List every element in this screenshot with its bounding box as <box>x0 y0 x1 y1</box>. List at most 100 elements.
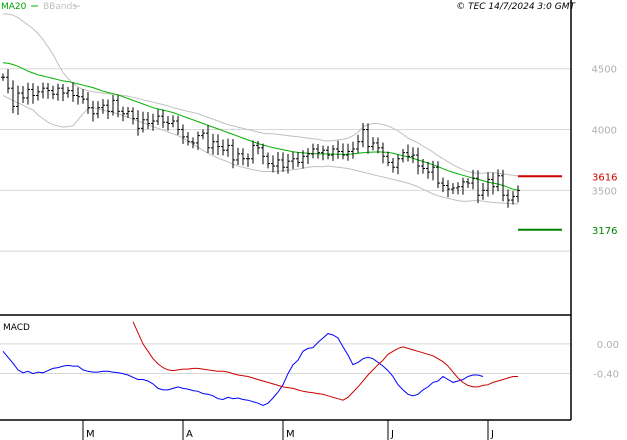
price-bar <box>386 151 390 167</box>
macd-tick-label: -0.40 <box>593 370 619 381</box>
price-bar <box>6 69 10 94</box>
copyright-text: © TEC 14/7/2024 3:0 GMT <box>456 2 576 12</box>
price-bar <box>506 189 510 208</box>
x-tick-label: J <box>490 429 494 440</box>
price-bar <box>106 99 110 119</box>
price-bar <box>66 86 70 98</box>
stock-chart: 4500 4000 3500 0.00 -0.40 3616 3176 M A M J J MA2… <box>0 0 619 440</box>
price-bar <box>76 87 80 105</box>
signal-line <box>132 321 518 401</box>
resistance-label: 3616 <box>592 172 617 183</box>
price-bar <box>406 144 410 162</box>
price-bar <box>126 107 130 118</box>
price-bar <box>46 82 50 99</box>
price-bar <box>161 109 165 128</box>
price-bar <box>321 145 325 161</box>
price-bar <box>311 143 315 159</box>
price-bar <box>56 83 60 101</box>
price-bar <box>466 178 470 188</box>
price-bar <box>376 137 380 154</box>
price-bar <box>341 143 345 160</box>
macd-title: MACD <box>3 323 30 333</box>
price-bar <box>426 161 430 179</box>
x-tick-label: M <box>286 429 295 440</box>
price-bar <box>251 140 255 164</box>
price-bar <box>436 161 440 189</box>
price-bar <box>351 141 355 159</box>
legend-ma20: MA20 <box>1 2 27 12</box>
price-bar <box>176 115 180 136</box>
bb-upper-line <box>3 13 519 177</box>
price-bar <box>61 84 65 102</box>
price-bar <box>476 170 480 204</box>
price-bar <box>226 138 230 157</box>
price-bar <box>496 169 500 192</box>
price-bar <box>71 82 75 102</box>
price-bar <box>171 115 175 128</box>
price-bar <box>236 147 240 165</box>
price-bar <box>416 147 420 175</box>
price-bar <box>131 107 135 125</box>
legend-bbands: BBands <box>43 2 77 12</box>
price-bar <box>366 123 370 154</box>
price-bar <box>36 85 40 101</box>
price-tick-label: 4500 <box>592 65 617 76</box>
price-bar <box>221 139 225 156</box>
price-bar <box>371 137 375 151</box>
price-bar <box>26 82 30 105</box>
price-bar <box>246 153 250 167</box>
price-bar <box>456 182 460 195</box>
price-bar <box>21 86 25 104</box>
price-bar <box>1 73 5 81</box>
price-bar <box>51 85 55 100</box>
legend: MA20 BBands <box>1 2 80 12</box>
price-bar <box>326 145 330 160</box>
macd-panel <box>2 321 518 406</box>
support-resistance-levels: 3616 3176 <box>518 172 617 237</box>
price-bar <box>356 134 360 154</box>
price-bar <box>411 147 415 164</box>
price-bar <box>91 100 95 122</box>
support-label: 3176 <box>592 226 617 237</box>
price-bar <box>11 80 15 114</box>
price-bar <box>151 113 155 131</box>
bollinger-bands <box>2 13 519 205</box>
x-tick-label: A <box>186 429 193 440</box>
price-bar <box>101 99 105 114</box>
price-bar <box>241 148 245 166</box>
price-bar <box>31 83 35 104</box>
price-bar <box>211 133 215 155</box>
price-bar <box>511 191 515 205</box>
price-bar <box>196 131 200 150</box>
price-bar <box>291 151 295 169</box>
bb-lower-line <box>2 95 518 205</box>
price-bar <box>146 112 150 130</box>
price-bar <box>446 180 450 198</box>
price-bar <box>41 82 45 99</box>
price-bar <box>166 116 170 131</box>
price-bar <box>266 152 270 169</box>
price-bar <box>81 89 85 104</box>
price-bar <box>181 124 185 144</box>
price-bar <box>201 129 205 140</box>
price-bar <box>316 144 320 159</box>
price-bar <box>271 155 275 173</box>
price-bar <box>331 145 335 161</box>
macd-tick-label: 0.00 <box>597 340 619 351</box>
price-bar <box>156 109 160 126</box>
price-bar <box>121 106 125 122</box>
x-tick-label: M <box>86 429 95 440</box>
price-bar <box>261 143 265 165</box>
price-bar <box>296 152 300 167</box>
price-bar <box>346 143 350 161</box>
price-bar <box>336 140 340 159</box>
price-tick-label: 3500 <box>592 186 617 197</box>
price-tick-label: 4000 <box>592 126 617 137</box>
price-bar <box>391 158 395 173</box>
price-bar <box>281 152 285 172</box>
price-bar <box>306 148 310 164</box>
price-bar <box>481 182 485 200</box>
price-bar <box>16 85 20 115</box>
price-bar <box>381 142 385 164</box>
price-bar <box>396 154 400 175</box>
